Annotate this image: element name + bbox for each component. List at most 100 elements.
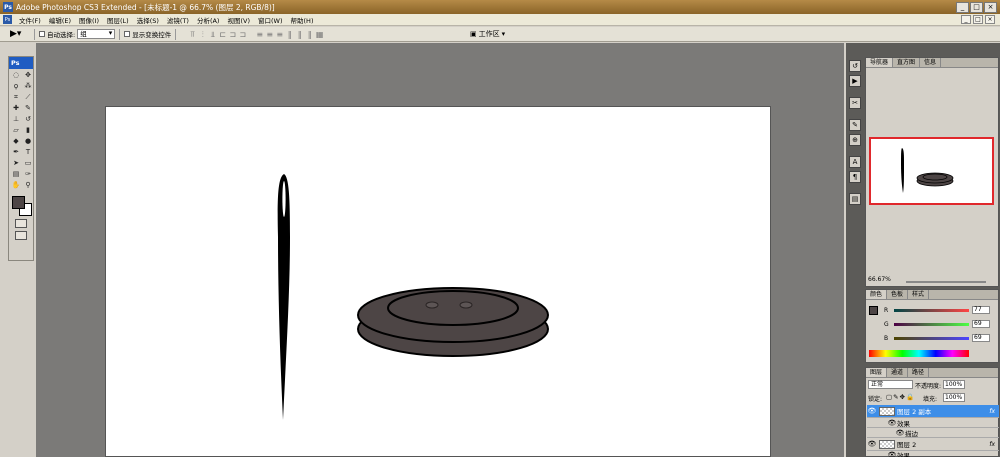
distribute-bottom-icon[interactable]: ≡: [275, 30, 284, 39]
tab-info[interactable]: 信息: [920, 58, 942, 67]
align-left-icon[interactable]: ⊏: [218, 30, 227, 39]
history-brush-icon[interactable]: ↺: [22, 114, 34, 125]
screen-mode-button[interactable]: [15, 231, 27, 240]
eye-icon[interactable]: 👁: [895, 429, 905, 437]
brush-icon[interactable]: ✎: [22, 103, 34, 114]
slice-icon[interactable]: ⟋: [22, 92, 34, 103]
channel-r-slider[interactable]: [894, 309, 969, 312]
foreground-color-swatch[interactable]: [12, 196, 25, 209]
align-top-icon[interactable]: ⫪: [188, 30, 197, 39]
tool-presets-icon[interactable]: ✂: [849, 97, 861, 109]
auto-align-icon[interactable]: ▦: [315, 30, 324, 39]
channel-r-value[interactable]: 77: [972, 306, 990, 314]
channel-b-value[interactable]: 69: [972, 334, 990, 342]
stamp-icon[interactable]: ⊥: [10, 114, 22, 125]
distribute-left-icon[interactable]: ‖: [285, 30, 294, 39]
character-panel-icon[interactable]: A: [849, 156, 861, 168]
channel-b-slider[interactable]: [894, 337, 969, 340]
eye-icon[interactable]: 👁: [867, 440, 877, 448]
color-panel-swatch[interactable]: [869, 306, 878, 315]
show-transform-checkbox[interactable]: [124, 31, 131, 37]
lasso-icon[interactable]: ϙ: [10, 81, 22, 92]
eyedropper-icon[interactable]: ✑: [22, 169, 34, 180]
effects-row[interactable]: 👁 效果: [867, 418, 999, 428]
menu-layer[interactable]: 图层(L): [103, 15, 133, 25]
path-select-icon[interactable]: ➤: [10, 158, 22, 169]
workspace-button[interactable]: ▣ 工作区 ▾: [470, 28, 505, 40]
blend-mode-dropdown[interactable]: 正常: [868, 380, 913, 389]
distribute-hcenter-icon[interactable]: ‖: [295, 30, 304, 39]
doc-restore-button[interactable]: □: [973, 15, 983, 24]
ps-menu-icon[interactable]: Ps: [3, 15, 12, 24]
hand-icon[interactable]: ✋: [10, 180, 22, 191]
navigator-thumbnail[interactable]: [869, 137, 994, 205]
move-icon[interactable]: ✥: [22, 70, 34, 81]
zoom-slider[interactable]: [906, 281, 986, 283]
auto-select-checkbox[interactable]: [39, 31, 45, 37]
effects-row[interactable]: 👁 效果: [867, 451, 999, 457]
zoom-icon[interactable]: ⚲: [22, 180, 34, 191]
shape-icon[interactable]: ▭: [22, 158, 34, 169]
tab-styles[interactable]: 样式: [908, 290, 930, 299]
auto-select-dropdown[interactable]: 组: [77, 29, 116, 39]
eye-icon[interactable]: 👁: [887, 451, 897, 457]
actions-panel-icon[interactable]: ▶: [849, 75, 861, 87]
opacity-field[interactable]: 100%: [943, 380, 965, 389]
menu-edit[interactable]: 编辑(E): [45, 15, 75, 25]
layer-comps-icon[interactable]: ▤: [849, 193, 861, 205]
notes-icon[interactable]: ▤: [10, 169, 22, 180]
menu-image[interactable]: 图像(I): [75, 15, 103, 25]
clone-source-icon[interactable]: ⊕: [849, 134, 861, 146]
type-icon[interactable]: T: [22, 147, 34, 158]
menu-select[interactable]: 选择(S): [133, 15, 163, 25]
blur-icon[interactable]: ◆: [10, 136, 22, 147]
move-tool-preset-icon[interactable]: ▶▾: [10, 29, 30, 39]
menu-help[interactable]: 帮助(H): [287, 15, 318, 25]
crop-icon[interactable]: ⌗: [10, 92, 22, 103]
close-button[interactable]: ×: [984, 2, 997, 13]
lock-icons[interactable]: ▢✎✥🔒: [886, 393, 915, 401]
tab-navigator[interactable]: 导航器: [866, 58, 894, 67]
pen-icon[interactable]: ✒: [10, 147, 22, 158]
marquee-icon[interactable]: ◌: [10, 70, 22, 81]
tab-channels[interactable]: 通道: [887, 368, 909, 377]
align-bottom-icon[interactable]: ⫫: [208, 30, 217, 39]
tab-layers[interactable]: 图层: [866, 368, 888, 377]
layer-row[interactable]: 👁 图层 2 fx: [867, 438, 999, 451]
healing-icon[interactable]: ✚: [10, 103, 22, 114]
menu-analysis[interactable]: 分析(A): [193, 15, 224, 25]
quick-mask-button[interactable]: [15, 219, 27, 228]
menu-window[interactable]: 窗口(W): [254, 15, 287, 25]
distribute-vcenter-icon[interactable]: ≡: [265, 30, 274, 39]
menu-file[interactable]: 文件(F): [15, 15, 45, 25]
distribute-top-icon[interactable]: ≡: [255, 30, 264, 39]
minimize-button[interactable]: _: [956, 2, 969, 13]
eye-icon[interactable]: 👁: [867, 407, 877, 415]
stroke-effect-row[interactable]: 👁 描边: [867, 428, 999, 438]
doc-minimize-button[interactable]: _: [961, 15, 971, 24]
eye-icon[interactable]: 👁: [887, 419, 897, 427]
channel-g-slider[interactable]: [894, 323, 969, 326]
layer-row[interactable]: 👁 图层 2 副本 fx: [867, 405, 999, 418]
distribute-right-icon[interactable]: ‖: [305, 30, 314, 39]
magic-wand-icon[interactable]: ⁂: [22, 81, 34, 92]
gradient-icon[interactable]: ▮: [22, 125, 34, 136]
menu-filter[interactable]: 滤镜(T): [163, 15, 193, 25]
brushes-panel-icon[interactable]: ✎: [849, 119, 861, 131]
history-panel-icon[interactable]: ↺: [849, 60, 861, 72]
maximize-button[interactable]: □: [970, 2, 983, 13]
color-spectrum-bar[interactable]: [869, 350, 969, 357]
tab-color[interactable]: 颜色: [866, 290, 888, 299]
fill-field[interactable]: 100%: [943, 393, 965, 402]
tab-swatches[interactable]: 色板: [887, 290, 909, 299]
eraser-icon[interactable]: ▱: [10, 125, 22, 136]
align-hcenter-icon[interactable]: ⊐: [228, 30, 237, 39]
document-canvas[interactable]: [105, 106, 771, 457]
doc-close-button[interactable]: ×: [985, 15, 995, 24]
menu-view[interactable]: 视图(V): [223, 15, 254, 25]
dodge-icon[interactable]: ●: [22, 136, 34, 147]
align-vcenter-icon[interactable]: ⫶: [198, 30, 207, 39]
tab-paths[interactable]: 路径: [908, 368, 930, 377]
fx-icon[interactable]: fx: [989, 408, 995, 415]
tab-histogram[interactable]: 直方图: [893, 58, 921, 67]
